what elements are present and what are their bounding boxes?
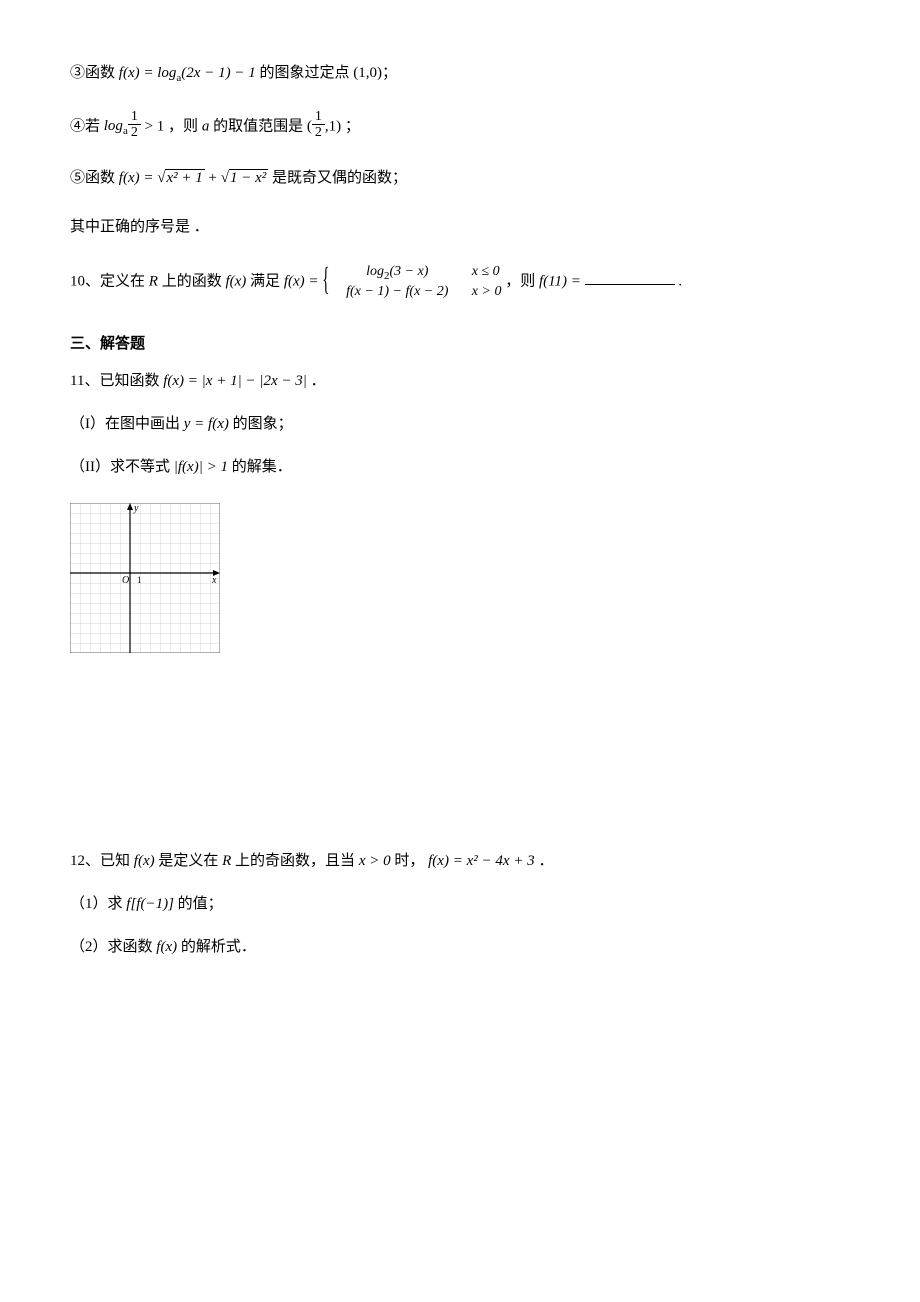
- q12-mid: 是定义在: [158, 853, 222, 869]
- grid-svg: O 1 y x: [70, 503, 220, 653]
- section-3-title: 三、解答题: [70, 331, 850, 358]
- q10-f11: f(11) =: [539, 273, 585, 289]
- q12-formula: f(x) = x² − 4x + 3: [428, 853, 535, 869]
- sqrt-icon: 1 − x²: [221, 165, 269, 192]
- q11-formula: f(x) = |x + 1| − |2x − 3|: [163, 373, 307, 389]
- s5-rad1: x² + 1: [165, 169, 204, 186]
- q12-p2b: 的解析式．: [181, 939, 256, 955]
- q11-p2a: （II）求不等式: [70, 459, 174, 475]
- q10-mid: 上的函数: [162, 273, 226, 289]
- q10-row1a: log2(3 − x): [366, 264, 428, 279]
- question-10: 10、定义在 R 上的函数 f(x) 满足 f(x) = log2(3 − x)…: [70, 263, 850, 301]
- s3-point: (1,0): [353, 65, 382, 81]
- s5-plus: +: [209, 170, 221, 186]
- s4-log: loga: [104, 118, 128, 134]
- q10-row2b: x > 0: [472, 284, 502, 299]
- s4-tail: ；: [345, 118, 360, 134]
- s4-gt: > 1: [141, 118, 164, 134]
- s5-prefix: ⑤函数: [70, 170, 119, 186]
- q11-p2b: 的解集．: [232, 459, 292, 475]
- q10-prefix: 10、定义在: [70, 273, 149, 289]
- q10-mid3: ，则: [505, 273, 539, 289]
- s5-fx: f(x) =: [119, 170, 157, 186]
- s5-rad2: 1 − x²: [229, 169, 268, 186]
- q12-R: R: [222, 853, 231, 869]
- q11-prefix: 11、已知函数: [70, 373, 163, 389]
- q10-R: R: [149, 273, 158, 289]
- fill-blank[interactable]: [585, 272, 675, 285]
- q12-p2f: f(x): [156, 939, 177, 955]
- s5-suffix: 是既奇又偶的函数；: [272, 170, 407, 186]
- statement-5: ⑤函数 f(x) = x² + 1 + 1 − x² 是既奇又偶的函数；: [70, 165, 850, 192]
- sqrt-icon: x² + 1: [157, 165, 205, 192]
- q12-p2a: （2）求函数: [70, 939, 156, 955]
- s3-tail: ；: [382, 65, 397, 81]
- q11-p2f: |f(x)| > 1: [174, 459, 228, 475]
- statement-4: ④若 loga12 > 1 ，则 a 的取值范围是 (12,1) ；: [70, 111, 850, 143]
- svg-text:x: x: [211, 575, 217, 586]
- s3-prefix: ③函数: [70, 65, 119, 81]
- s3-formula: f(x) = loga(2x − 1) − 1: [119, 65, 256, 81]
- s4-rparen: ,1): [325, 118, 341, 134]
- s4-prefix: ④若: [70, 118, 104, 134]
- q12-mid2: 上的奇函数，且当: [235, 853, 359, 869]
- q10-tail: .: [678, 273, 682, 289]
- q10-row1b: x ≤ 0: [472, 264, 500, 279]
- svg-text:1: 1: [137, 575, 142, 585]
- q12-p1b: 的值；: [178, 896, 223, 912]
- q10-row2a: f(x − 1) − f(x − 2): [346, 284, 448, 299]
- q12-mid3: 时，: [394, 853, 424, 869]
- q12-prefix: 12、已知: [70, 853, 134, 869]
- statement-3: ③函数 f(x) = loga(2x − 1) − 1 的图象过定点 (1,0)…: [70, 60, 850, 89]
- question-12: 12、已知 f(x) 是定义在 R 上的奇函数，且当 x > 0 时， f(x)…: [70, 848, 850, 875]
- q12-tail: ．: [538, 853, 553, 869]
- svg-text:O: O: [122, 575, 129, 586]
- question-11: 11、已知函数 f(x) = |x + 1| − |2x − 3| ．: [70, 368, 850, 395]
- q11-p1b: 的图象；: [233, 416, 293, 432]
- q12-part2: （2）求函数 f(x) 的解析式．: [70, 934, 850, 961]
- q11-part2: （II）求不等式 |f(x)| > 1 的解集．: [70, 454, 850, 481]
- q11-p1f: y = f(x): [184, 416, 229, 432]
- q12-p1a: （1）求: [70, 896, 126, 912]
- q11-tail: ．: [311, 373, 326, 389]
- q12-p1f: f[f(−1)]: [126, 896, 174, 912]
- s4-var: a: [202, 118, 210, 134]
- s4-mid2: 的取值范围是: [213, 118, 307, 134]
- q11-p1a: （I）在图中画出: [70, 416, 184, 432]
- conclusion: 其中正确的序号是 ．: [70, 214, 850, 241]
- q11-part1: （I）在图中画出 y = f(x) 的图象；: [70, 411, 850, 438]
- q10-fxeq: f(x) =: [284, 273, 322, 289]
- svg-text:y: y: [133, 503, 139, 514]
- q10-fx: f(x): [225, 273, 246, 289]
- s4-mid: ，则: [168, 118, 202, 134]
- piecewise: log2(3 − x) x ≤ 0 f(x − 1) − f(x − 2) x …: [322, 263, 501, 301]
- q12-part1: （1）求 f[f(−1)] 的值；: [70, 891, 850, 918]
- q10-mid2: 满足: [250, 273, 284, 289]
- q12-cond: x > 0: [359, 853, 391, 869]
- s3-suffix: 的图象过定点: [259, 65, 353, 81]
- q12-fx: f(x): [134, 853, 155, 869]
- s4-rfrac: 12: [312, 109, 325, 141]
- s4-frac: 12: [128, 109, 141, 141]
- coordinate-grid: O 1 y x: [70, 503, 850, 653]
